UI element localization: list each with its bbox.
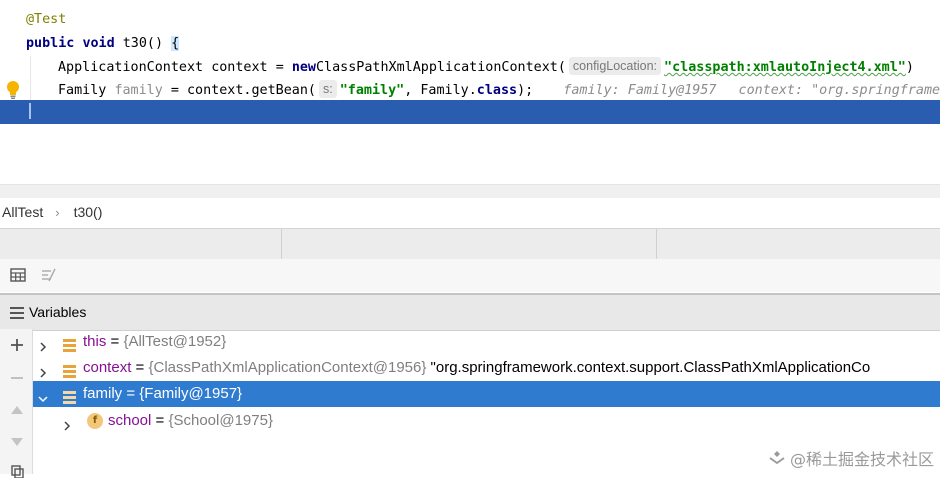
statement-end: );	[517, 83, 534, 98]
test-annotation: @Test	[26, 12, 67, 27]
text-caret	[29, 103, 31, 119]
breadcrumb-method[interactable]: t30()	[72, 204, 105, 220]
chevron-right-icon[interactable]	[37, 362, 49, 378]
equals-sign: =	[151, 412, 169, 429]
variable-row-this[interactable]: this = {AllTest@1952}	[33, 329, 940, 355]
variable-row-context[interactable]: context = {ClassPathXmlApplicationContex…	[33, 355, 940, 381]
arrow-up-icon[interactable]	[8, 401, 26, 419]
variable-type: {ClassPathXmlApplicationContext@1956}	[148, 359, 427, 376]
class-ref: , Family.	[404, 83, 477, 98]
copy-icon[interactable]	[8, 462, 26, 480]
variable-type: {School@1975}	[168, 412, 273, 429]
variable-name: context	[83, 359, 132, 376]
keyword-void: void	[82, 36, 115, 51]
string-arg: "family"	[339, 83, 405, 98]
juejin-logo-icon	[768, 449, 786, 467]
method-signature: t30()	[122, 36, 164, 51]
code-line-3[interactable]: ApplicationContext context = newClassPat…	[58, 56, 914, 79]
variable-name: context	[211, 60, 268, 75]
equals-sign: =	[131, 359, 149, 376]
chevron-right-icon[interactable]	[61, 415, 73, 431]
arrow-down-icon[interactable]	[8, 433, 26, 451]
variable-name: family	[114, 83, 163, 98]
variable-name: this	[83, 333, 107, 350]
variable-type: {Family@1957}	[139, 385, 243, 402]
inline-debug-value: family: Family@1957	[563, 83, 717, 98]
equals-sign: =	[106, 333, 124, 350]
variable-row-family[interactable]: family = {Family@1957}	[33, 381, 940, 407]
frames-column[interactable]	[0, 229, 282, 259]
parameter-hint: configLocation:	[568, 57, 662, 75]
getbean-call: = context.getBean(	[170, 83, 316, 98]
lightbulb-icon[interactable]	[6, 80, 20, 100]
keyword-new: new	[291, 60, 316, 75]
breadcrumb-class[interactable]: AllTest	[0, 204, 45, 220]
string-arg: "classpath:xmlautoInject4.xml"	[664, 60, 906, 75]
frames-column[interactable]	[282, 229, 657, 259]
variables-side-toolbar	[0, 329, 33, 478]
code-editor[interactable]: @Test public void t30() { ApplicationCon…	[0, 0, 940, 184]
variable-string-value: "org.springframework.context.support.Cla…	[426, 359, 871, 376]
type-name: ApplicationContext	[58, 60, 204, 75]
code-line-4[interactable]: Family family = context.getBean(s: "famil…	[58, 79, 940, 102]
keyword-class: class	[476, 83, 518, 98]
variable-type: {AllTest@1952}	[123, 333, 227, 350]
breadcrumb: AllTest › t30()	[0, 198, 940, 226]
restore-layout-icon[interactable]	[40, 266, 58, 284]
execution-point-line	[0, 100, 940, 124]
plus-icon[interactable]	[8, 336, 26, 354]
object-icon	[63, 361, 76, 378]
panel-splitter[interactable]	[0, 184, 940, 198]
assign-op: =	[275, 60, 284, 75]
open-brace: {	[171, 36, 180, 51]
code-line-1[interactable]: @Test	[26, 8, 66, 31]
variable-row-school[interactable]: f school = {School@1975}	[33, 408, 940, 434]
debugger-toolbar	[0, 259, 940, 292]
parameter-hint: s:	[319, 80, 337, 98]
chevron-down-icon[interactable]	[37, 388, 49, 403]
variables-title: Variables	[29, 304, 87, 320]
variables-header: Variables	[0, 293, 940, 331]
equals-sign: =	[122, 385, 140, 402]
inline-debug-value: context: "org.springframework	[738, 83, 940, 98]
close-paren: )	[905, 60, 914, 75]
constructor-call: ClassPathXmlApplicationContext(	[316, 60, 566, 75]
field-icon: f	[87, 413, 103, 429]
variable-name: family	[83, 385, 123, 402]
minus-icon[interactable]	[8, 369, 26, 387]
variable-name: school	[108, 412, 152, 429]
table-icon[interactable]	[9, 266, 27, 284]
code-line-2[interactable]: public void t30() {	[26, 32, 180, 55]
frames-header	[0, 228, 940, 260]
chevron-right-icon[interactable]	[37, 336, 49, 352]
type-name: Family	[58, 83, 107, 98]
object-icon	[63, 335, 76, 352]
object-icon	[63, 387, 76, 404]
indent-guide	[30, 56, 31, 100]
watermark-text: @稀土掘金技术社区	[789, 450, 934, 469]
keyword-public: public	[26, 36, 75, 51]
watermark: @稀土掘金技术社区	[768, 446, 934, 470]
hamburger-icon[interactable]	[10, 306, 24, 322]
chevron-right-icon: ›	[55, 204, 60, 220]
string-arg-text: "classpath:xmlautoInject4.xml"	[664, 60, 906, 75]
